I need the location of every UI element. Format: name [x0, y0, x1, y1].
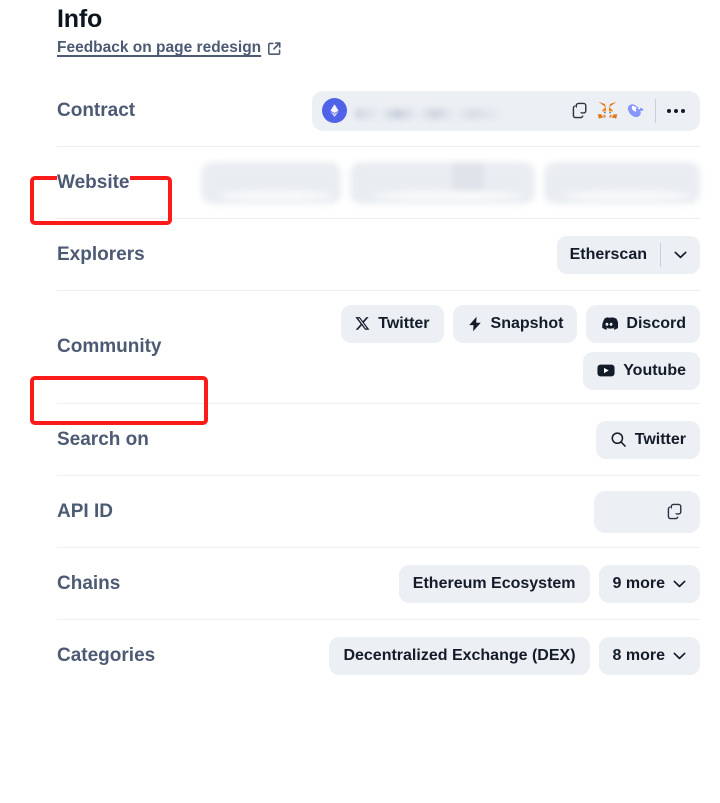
row-community: Community Twitter Snapshot Discord Youtu… [57, 290, 700, 403]
community-line-1: Twitter Snapshot Discord [341, 304, 700, 343]
row-label-api-id: API ID [57, 500, 113, 522]
metamask-fox-icon[interactable] [593, 97, 621, 125]
community-link-label: Twitter [378, 314, 430, 332]
more-horizontal-icon[interactable] [662, 97, 690, 125]
community-link-label: Discord [626, 314, 686, 332]
row-categories: Categories Decentralized Exchange (DEX) … [57, 619, 700, 691]
search-icon [610, 431, 627, 448]
youtube-icon [597, 364, 615, 377]
community-link-discord[interactable]: Discord [586, 304, 700, 343]
community-link-twitter[interactable]: Twitter [341, 304, 444, 343]
x-twitter-icon [355, 316, 370, 331]
feedback-link-label: Feedback on page redesign [57, 39, 262, 56]
website-link-2[interactable] [350, 161, 535, 204]
row-explorers: Explorers Etherscan [57, 218, 700, 290]
chains-primary-tag[interactable]: Ethereum Ecosystem [398, 564, 590, 603]
chains-more-label: 9 more [612, 574, 665, 592]
contract-address-box[interactable] [312, 90, 700, 131]
copy-icon[interactable] [565, 97, 593, 125]
contract-address-value [355, 108, 565, 119]
community-link-label: Youtube [623, 361, 686, 379]
categories-more-button[interactable]: 8 more [598, 636, 700, 675]
rabby-wallet-icon[interactable] [621, 97, 649, 125]
categories-primary-label: Decentralized Exchange (DEX) [343, 646, 576, 664]
explorers-selected-label: Etherscan [569, 245, 647, 263]
chains-primary-label: Ethereum Ecosystem [412, 574, 576, 592]
community-link-youtube[interactable]: Youtube [583, 351, 700, 390]
row-value-api-id [123, 490, 700, 533]
row-value-community: Twitter Snapshot Discord Youtube [172, 304, 700, 390]
feedback-link[interactable]: Feedback on page redesign [57, 39, 282, 57]
row-value-explorers: Etherscan [155, 235, 700, 274]
row-label-categories: Categories [57, 644, 156, 666]
row-label-contract: Contract [57, 99, 136, 121]
api-id-box[interactable] [594, 490, 700, 533]
row-api-id: API ID [57, 475, 700, 547]
row-website: Website [57, 146, 700, 218]
row-label-explorers: Explorers [57, 243, 145, 265]
row-chains: Chains Ethereum Ecosystem 9 more [57, 547, 700, 619]
chevron-down-icon[interactable] [661, 251, 700, 259]
categories-primary-tag[interactable]: Decentralized Exchange (DEX) [329, 636, 590, 675]
discord-icon [600, 316, 619, 331]
row-label-website: Website [57, 171, 130, 194]
chevron-down-icon [673, 652, 686, 660]
contract-divider [655, 98, 656, 123]
info-panel: Info Feedback on page redesign Contract [0, 0, 720, 803]
row-search-on: Search on Twitter [57, 403, 700, 475]
row-value-website [140, 161, 700, 204]
external-link-icon [267, 41, 282, 56]
categories-more-label: 8 more [612, 646, 665, 664]
row-label-search-on: Search on [57, 428, 149, 450]
row-contract: Contract [57, 75, 700, 146]
search-on-target-label: Twitter [634, 430, 686, 448]
page-title: Info [57, 5, 103, 33]
row-value-contract [145, 90, 700, 131]
ethereum-icon [322, 98, 347, 123]
row-label-chains: Chains [57, 572, 121, 594]
chevron-down-icon [673, 580, 686, 588]
website-link-3[interactable] [544, 161, 700, 204]
row-value-categories: Decentralized Exchange (DEX) 8 more [165, 636, 700, 675]
website-link-1[interactable] [201, 161, 341, 204]
row-value-chains: Ethereum Ecosystem 9 more [130, 564, 700, 603]
explorers-dropdown[interactable]: Etherscan [556, 235, 700, 274]
chains-more-button[interactable]: 9 more [598, 564, 700, 603]
search-on-twitter-button[interactable]: Twitter [595, 420, 700, 459]
copy-icon[interactable] [660, 498, 688, 526]
row-value-search-on: Twitter [159, 420, 700, 459]
community-link-label: Snapshot [490, 314, 564, 332]
community-line-2: Youtube [583, 351, 700, 390]
row-label-community: Community [57, 336, 162, 358]
lightning-bolt-icon [467, 316, 483, 332]
community-link-snapshot[interactable]: Snapshot [452, 304, 578, 343]
